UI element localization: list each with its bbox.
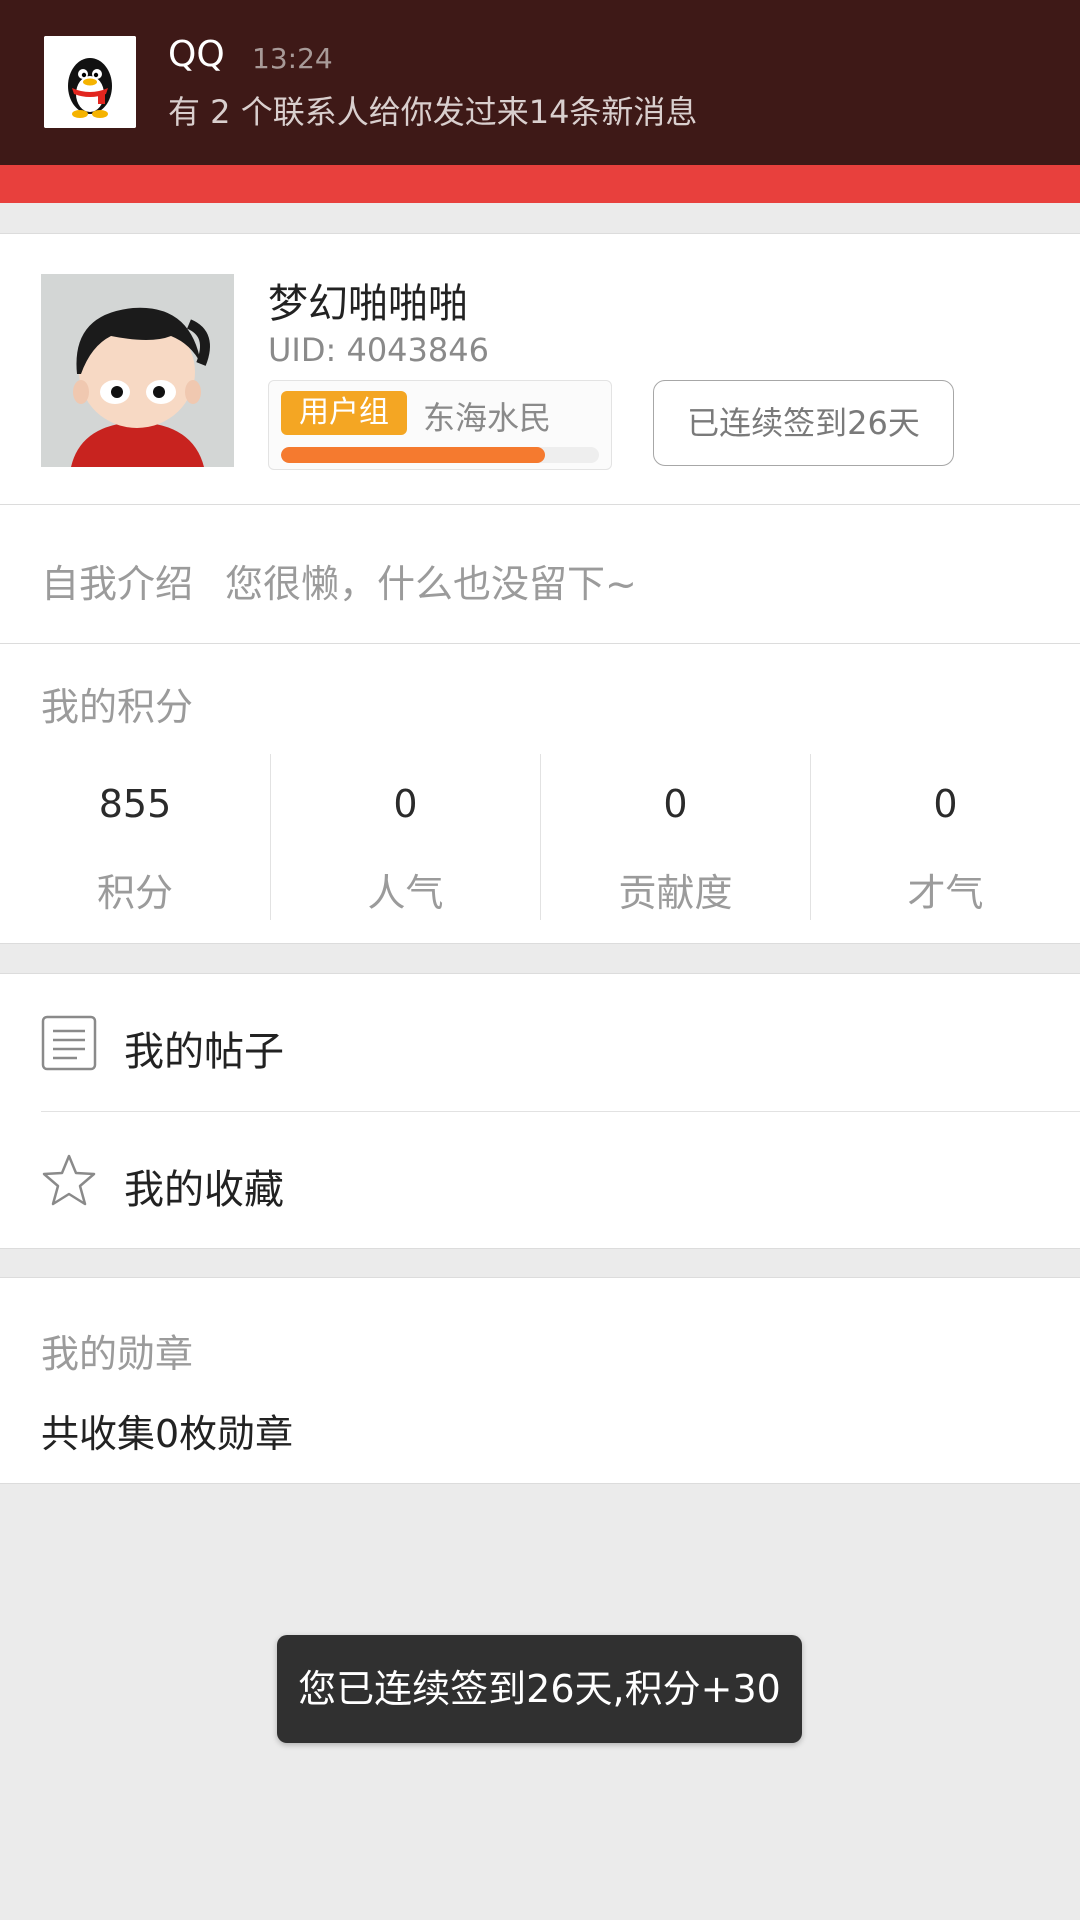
my-medals-title: 我的勋章 [41, 1332, 194, 1376]
stat-label: 贡献度 [618, 871, 733, 915]
stat-contribution[interactable]: 0 贡献度 [540, 754, 810, 920]
profile-card: 梦幻啪啪啪 UID: 4043846 用户组 东海水民 已连续签到26天 [0, 233, 1080, 505]
signin-toast: 您已连续签到26天,积分+30 [277, 1635, 802, 1743]
notification-time: 13:24 [252, 42, 333, 75]
profile-menu: 我的帖子 我的收藏 [0, 973, 1080, 1249]
user-uid: UID: 4043846 [268, 331, 489, 369]
stat-points[interactable]: 855 积分 [0, 754, 270, 920]
menu-item-my-favorites[interactable]: 我的收藏 [0, 1112, 1080, 1249]
stat-value: 0 [663, 782, 688, 826]
menu-item-my-posts[interactable]: 我的帖子 [0, 974, 1080, 1112]
self-intro-label: 自我介绍 [41, 562, 194, 606]
app-header-bar [0, 165, 1080, 203]
self-intro-text: 您很懒，什么也没留下~ [225, 562, 637, 606]
menu-item-label: 我的收藏 [124, 1167, 284, 1213]
username: 梦幻啪啪啪 [268, 281, 468, 327]
stat-value: 855 [98, 782, 172, 826]
my-points-title: 我的积分 [41, 685, 194, 729]
my-points-section: 我的积分 855 积分 0 人气 0 贡献度 0 才气 [0, 644, 1080, 944]
stat-label: 积分 [96, 871, 173, 915]
document-icon [41, 1015, 97, 1071]
user-group-progress-fill [281, 447, 545, 463]
avatar[interactable] [41, 274, 234, 467]
user-group: 用户组 东海水民 [268, 380, 612, 470]
qq-penguin-icon [44, 36, 136, 128]
stat-value: 0 [393, 782, 418, 826]
my-medals-section[interactable]: 我的勋章 共收集0枚勋章 [0, 1277, 1080, 1484]
qq-notification[interactable]: QQ 13:24 有 2 个联系人给你发过来14条新消息 [0, 0, 1080, 165]
notification-app-name: QQ [168, 34, 225, 75]
self-intro-row[interactable]: 自我介绍 您很懒，什么也没留下~ [0, 505, 1080, 644]
user-group-progress [281, 447, 599, 463]
stat-value: 0 [933, 782, 958, 826]
signin-button[interactable]: 已连续签到26天 [653, 380, 954, 466]
user-group-badge: 用户组 [281, 391, 407, 435]
my-medals-count: 共收集0枚勋章 [41, 1412, 294, 1456]
user-group-name: 东海水民 [423, 399, 552, 437]
stat-popularity[interactable]: 0 人气 [270, 754, 540, 920]
notification-message: 有 2 个联系人给你发过来14条新消息 [168, 93, 698, 131]
menu-item-label: 我的帖子 [124, 1029, 284, 1075]
stat-talent[interactable]: 0 才气 [810, 754, 1080, 920]
stat-label: 人气 [367, 871, 444, 915]
star-icon [41, 1153, 97, 1209]
stat-label: 才气 [907, 871, 984, 915]
